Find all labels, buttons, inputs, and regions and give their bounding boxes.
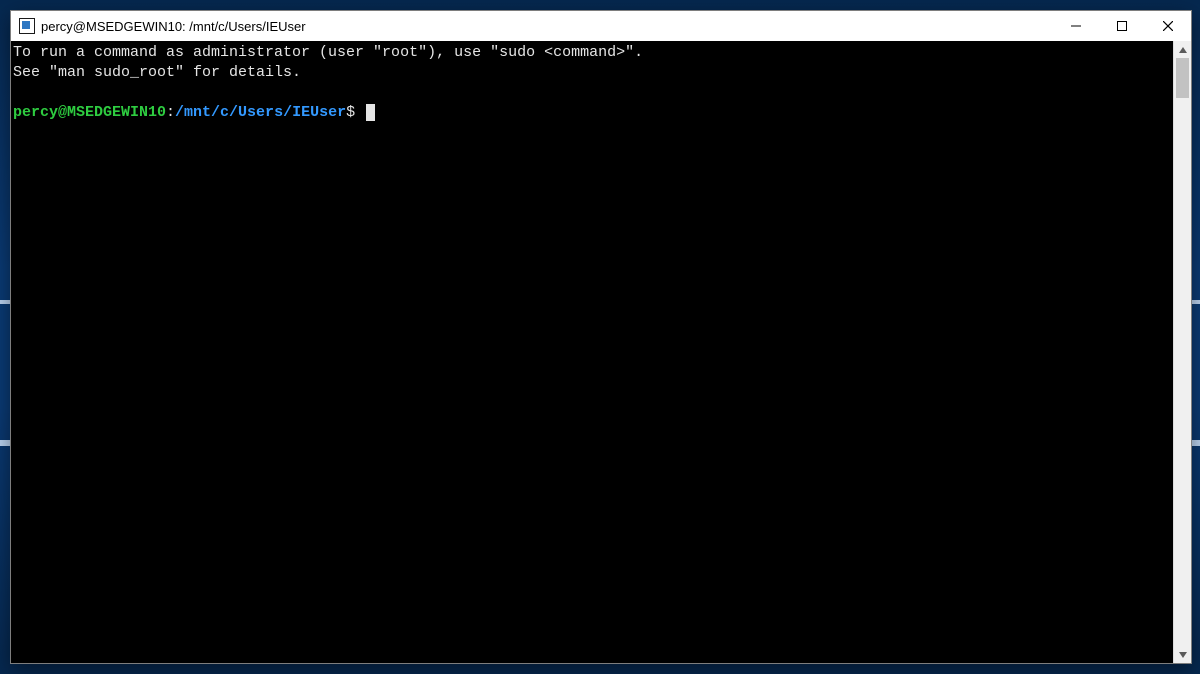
scrollbar-track[interactable]: [1174, 58, 1191, 646]
client-area: To run a command as administrator (user …: [11, 41, 1191, 663]
prompt-sigil: $: [346, 104, 355, 121]
app-icon: [19, 18, 35, 34]
maximize-icon: [1117, 21, 1127, 31]
minimize-icon: [1071, 21, 1081, 31]
window-controls: [1053, 11, 1191, 41]
prompt-user-host: percy@MSEDGEWIN10: [13, 104, 166, 121]
chevron-down-icon: [1179, 652, 1187, 658]
chevron-up-icon: [1179, 47, 1187, 53]
scrollbar-thumb[interactable]: [1176, 58, 1189, 98]
terminal-output-line: To run a command as administrator (user …: [13, 44, 643, 61]
text-cursor: [366, 104, 375, 121]
close-icon: [1163, 21, 1173, 31]
scroll-up-button[interactable]: [1174, 41, 1191, 58]
scroll-down-button[interactable]: [1174, 646, 1191, 663]
shell-prompt: percy@MSEDGEWIN10:/mnt/c/Users/IEUser$: [13, 104, 355, 121]
close-button[interactable]: [1145, 11, 1191, 41]
window-title: percy@MSEDGEWIN10: /mnt/c/Users/IEUser: [41, 19, 306, 34]
terminal-viewport[interactable]: To run a command as administrator (user …: [11, 41, 1173, 663]
maximize-button[interactable]: [1099, 11, 1145, 41]
terminal-window: percy@MSEDGEWIN10: /mnt/c/Users/IEUser: [10, 10, 1192, 664]
prompt-cwd: /mnt/c/Users/IEUser: [175, 104, 346, 121]
titlebar[interactable]: percy@MSEDGEWIN10: /mnt/c/Users/IEUser: [11, 11, 1191, 41]
prompt-colon: :: [166, 104, 175, 121]
desktop-background: percy@MSEDGEWIN10: /mnt/c/Users/IEUser: [0, 0, 1200, 674]
vertical-scrollbar[interactable]: [1173, 41, 1191, 663]
minimize-button[interactable]: [1053, 11, 1099, 41]
terminal-output-line: See "man sudo_root" for details.: [13, 64, 301, 81]
